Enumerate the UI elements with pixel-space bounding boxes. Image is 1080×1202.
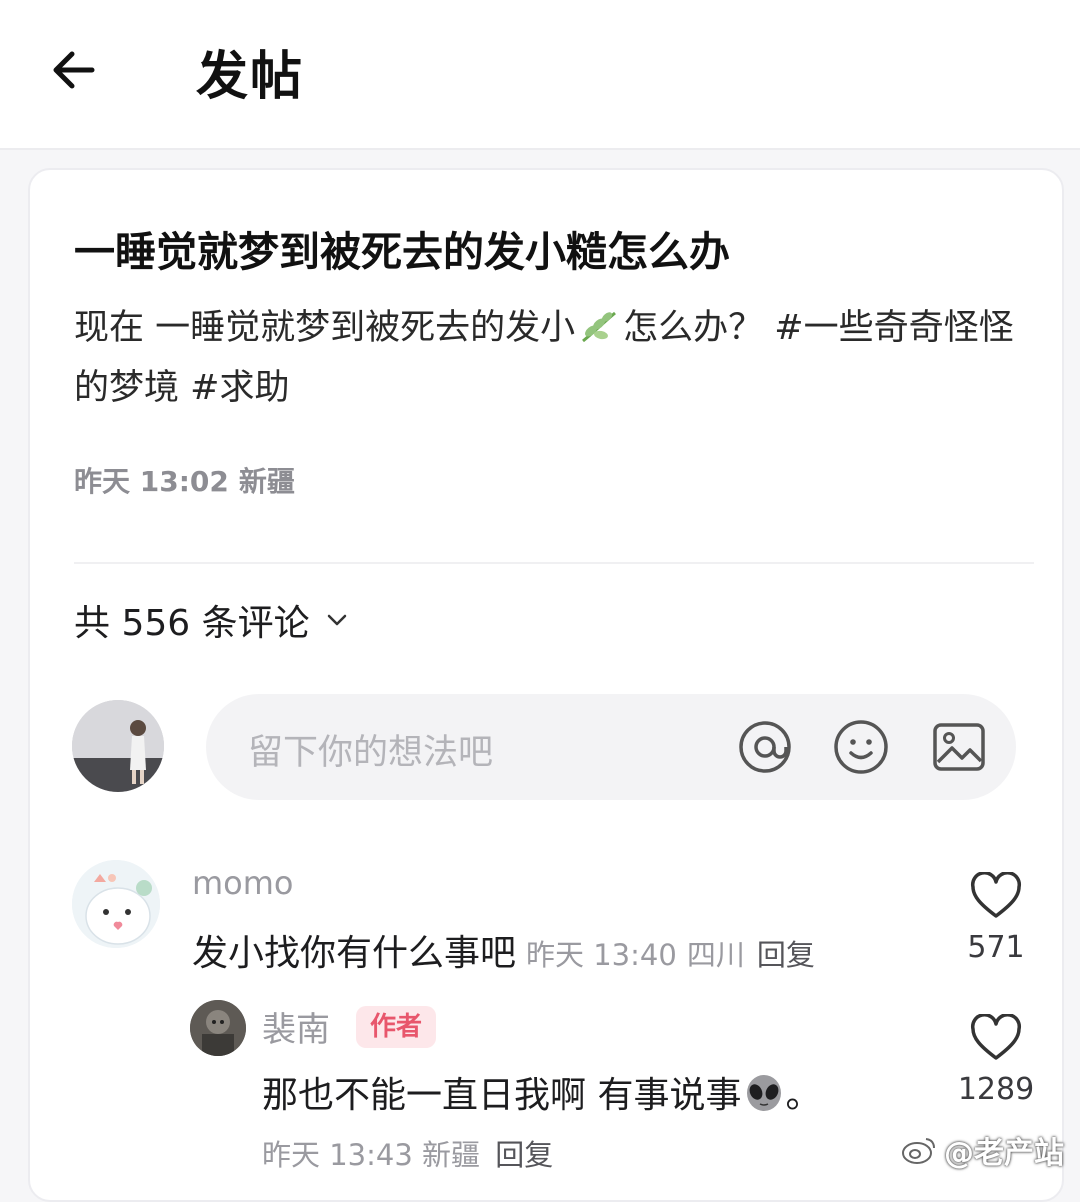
comment-count-sort[interactable]: 共 556 条评论 <box>74 594 350 646</box>
reply-time: 昨天 13:43 <box>262 1138 413 1172</box>
heart-icon[interactable] <box>970 1013 1022 1062</box>
comment-location: 四川 <box>686 938 745 972</box>
post-meta: 昨天 13:02 新疆 <box>74 460 295 500</box>
comment-username[interactable]: momo <box>192 864 294 902</box>
post-card: 一睡觉就梦到被死去的发小糙怎么办 现在 一睡觉就梦到被死去的发小 怎么办？ #一些… <box>28 168 1064 1202</box>
reply-text: 那也不能一直日我啊 有事说事 。 <box>262 1066 821 1118</box>
like-count: 571 <box>967 930 1025 965</box>
herb-icon <box>582 311 617 343</box>
comment-body: 发小找你有什么事吧 <box>192 933 517 974</box>
avatar[interactable] <box>72 700 164 792</box>
avatar[interactable] <box>72 860 160 948</box>
top-bar: 发帖 <box>0 0 1080 150</box>
alien-icon <box>747 1075 782 1111</box>
avatar[interactable] <box>190 1000 246 1056</box>
chevron-down-icon <box>327 614 346 626</box>
comment-input[interactable]: 留下你的想法吧 <box>206 694 1016 800</box>
reply-button[interactable]: 回复 <box>757 938 815 972</box>
page-title: 发帖 <box>196 47 305 107</box>
watermark: @老产站 <box>900 1128 1064 1172</box>
weibo-icon <box>902 1138 935 1164</box>
reply-button[interactable]: 回复 <box>495 1138 553 1172</box>
comment-time: 昨天 13:40 <box>526 938 677 972</box>
back-arrow-icon[interactable] <box>48 44 100 96</box>
post-body-text: 现在 一睡觉就梦到被死去的发小 <box>74 308 576 348</box>
post-date: 昨天 13:02 <box>74 465 229 498</box>
heart-icon[interactable] <box>970 871 1022 920</box>
like-count: 1289 <box>957 1072 1035 1107</box>
reply-meta: 昨天 13:43 新疆 回复 <box>262 1132 553 1174</box>
image-upload-icon[interactable] <box>930 718 988 776</box>
at-mention-icon[interactable] <box>736 718 794 776</box>
post-body: 现在 一睡觉就梦到被死去的发小 怎么办？ #一些奇奇怪怪的梦境 #求助 <box>74 298 1034 418</box>
post-title: 一睡觉就梦到被死去的发小糙怎么办 <box>74 228 730 276</box>
emoji-icon[interactable] <box>832 718 890 776</box>
divider <box>74 562 1034 564</box>
author-badge: 作者 <box>356 1006 437 1048</box>
comment-input-placeholder: 留下你的想法吧 <box>248 733 494 773</box>
comment-count-label: 共 556 条评论 <box>74 603 310 644</box>
watermark-text: @老产站 <box>944 1136 1064 1171</box>
reply-body: 那也不能一直日我啊 有事说事 <box>262 1075 742 1116</box>
post-location: 新疆 <box>238 465 295 498</box>
reply-location: 新疆 <box>422 1138 481 1172</box>
reply-username[interactable]: 裴南 <box>262 1002 330 1051</box>
reply-body-end: 。 <box>785 1075 822 1116</box>
comment-text: 发小找你有什么事吧 昨天 13:40 四川 回复 <box>192 924 815 976</box>
